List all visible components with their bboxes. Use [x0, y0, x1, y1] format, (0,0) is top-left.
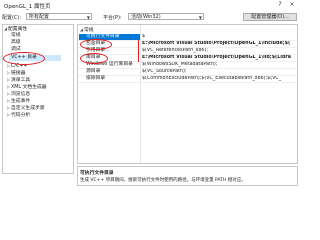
- window-title: OpenGL_1 属性页: [4, 4, 51, 10]
- description-text: 生成 VC++ 项目期间，搜索可执行文件时使用的路径。与环境变量 PATH 相对…: [80, 178, 246, 183]
- config-select[interactable]: 所有配置 ▼: [26, 13, 92, 20]
- tree-item-advanced[interactable]: 高级: [11, 40, 21, 46]
- tree-item-label: 常规: [11, 33, 21, 38]
- chevron-down-icon: ▼: [86, 15, 90, 20]
- config-label: 配置(C):: [2, 15, 22, 21]
- tree-item-label: XML 文档生成器: [11, 85, 47, 90]
- tree-item-label: 自定义生成步骤: [11, 106, 45, 111]
- platform-select-value: 活动(Win32): [131, 14, 161, 20]
- tree-item-label: 配置属性: [8, 27, 28, 32]
- annotation-line: [138, 40, 139, 62]
- platform-select[interactable]: 活动(Win32) ▼: [128, 13, 204, 20]
- tree-item-label: 生成事件: [11, 99, 31, 104]
- property-tree: ◢配置属性 常规 高级 调试 VC++ 目录 ▷C/C++ ▷链接器 ▷清单工具…: [2, 24, 74, 174]
- tree-item-label: 链接器: [11, 71, 26, 76]
- tree-item-xml-doc-generator[interactable]: ▷XML 文档生成器: [7, 84, 47, 90]
- column-divider: [140, 25, 141, 163]
- tree-item-general[interactable]: 常规: [11, 33, 21, 39]
- tree-item-browse-info[interactable]: ▷浏览信息: [7, 91, 30, 97]
- row-divider: [78, 82, 297, 83]
- tree-item-manifest-tool[interactable]: ▷清单工具: [7, 77, 30, 83]
- annotation-circle: [3, 52, 45, 65]
- tree-item-custom-build-step[interactable]: ▷自定义生成步骤: [7, 105, 45, 111]
- tree-item-code-analysis[interactable]: ▷代码分析: [7, 112, 30, 118]
- tree-item-linker[interactable]: ▷链接器: [7, 70, 25, 76]
- tree-item-label: 代码分析: [11, 113, 31, 118]
- title-bar: OpenGL_1 属性页 ? ×: [0, 0, 300, 11]
- tree-item-label: 高级: [11, 40, 21, 45]
- description-panel: 可执行文件目录 生成 VC++ 项目期间，搜索可执行文件时使用的路径。与环境变量…: [77, 166, 298, 186]
- tree-item-label: 清单工具: [11, 78, 31, 83]
- annotation-circle: [80, 39, 112, 50]
- config-manager-button[interactable]: 配置管理器(O)...: [243, 13, 297, 21]
- annotation-circle: [80, 53, 108, 64]
- tree-item-label: 浏览信息: [11, 92, 31, 97]
- grid-group-header: ◢常规: [80, 26, 94, 33]
- close-button[interactable]: ×: [288, 1, 296, 9]
- tree-item-build-events[interactable]: ▷生成事件: [7, 98, 30, 104]
- platform-label: 平台(P):: [103, 15, 122, 21]
- description-title: 可执行文件目录: [80, 171, 114, 176]
- help-button[interactable]: ?: [276, 1, 284, 9]
- tree-item-config-properties[interactable]: ◢配置属性: [4, 26, 27, 32]
- chevron-down-icon: ▼: [198, 15, 202, 20]
- grid-group-label: 常规: [84, 28, 94, 33]
- config-select-value: 所有配置: [29, 14, 50, 20]
- config-toolbar: 配置(C): 所有配置 ▼ 平台(P): 活动(Win32) ▼ 配置管理器(O…: [0, 12, 300, 22]
